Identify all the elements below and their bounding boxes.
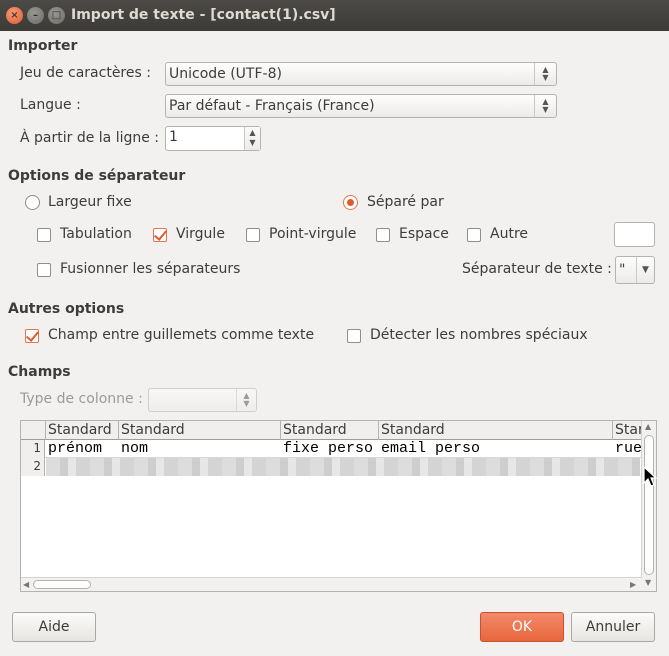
other-options-heading: Autres options	[8, 301, 125, 317]
blurred-row-content	[46, 458, 640, 476]
vertical-scrollbar[interactable]: ▲ ▼	[641, 421, 656, 591]
language-combo[interactable]: Par défaut - Français (France) ▲ ▼	[165, 94, 557, 118]
table-row: 2	[21, 458, 656, 476]
quoted-as-text-checkbox[interactable]	[25, 329, 39, 343]
minimize-window-button[interactable]: –	[27, 7, 44, 24]
fixed-width-label: Largeur fixe	[48, 194, 132, 210]
minimize-icon: –	[33, 10, 38, 21]
separated-by-label: Séparé par	[367, 194, 444, 210]
table-cell: rue	[615, 440, 642, 457]
preview-grid[interactable]: Standard Standard Standard Standard Stan…	[20, 420, 657, 592]
separator-heading: Options de séparateur	[8, 168, 186, 184]
charset-label: Jeu de caractères :	[20, 65, 151, 81]
horizontal-scrollbar[interactable]: ◀ ▶	[21, 577, 642, 591]
row-number: 1	[21, 440, 45, 458]
language-label: Langue :	[20, 97, 81, 113]
charset-value: Unicode (UTF-8)	[169, 66, 282, 82]
fields-heading: Champs	[8, 364, 71, 380]
charset-combo[interactable]: Unicode (UTF-8) ▲ ▼	[165, 62, 557, 86]
other-separator-input[interactable]	[614, 222, 655, 247]
scroll-down-icon[interactable]: ▼	[645, 578, 651, 587]
detect-special-numbers-checkbox[interactable]	[347, 329, 361, 343]
help-button[interactable]: Aide	[12, 612, 96, 642]
table-cell: email perso	[381, 440, 481, 457]
maximize-window-button[interactable]: □	[48, 7, 65, 24]
scroll-left-icon[interactable]: ◀	[23, 580, 29, 589]
text-delimiter-label: Séparateur de texte :	[462, 261, 612, 277]
maximize-icon: □	[51, 10, 62, 21]
horizontal-scroll-thumb[interactable]	[33, 580, 91, 589]
column-header[interactable]: Stan	[613, 421, 642, 440]
tab-label: Tabulation	[60, 226, 132, 242]
space-checkbox[interactable]	[376, 228, 390, 242]
scroll-up-icon[interactable]: ▲	[645, 422, 651, 431]
language-value: Par défaut - Français (France)	[169, 98, 375, 114]
column-header[interactable]: Standard	[119, 421, 281, 440]
semicolon-label: Point-virgule	[269, 226, 357, 242]
updown-arrows-icon: ▲ ▼	[534, 95, 556, 117]
updown-arrows-icon: ▲ ▼	[534, 63, 556, 85]
from-line-spinner[interactable]: 1 ▲ ▼	[165, 126, 261, 151]
ok-button[interactable]: OK	[480, 612, 564, 642]
table-cell: fixe perso	[283, 440, 374, 457]
column-header[interactable]: Standard	[46, 421, 119, 440]
text-delimiter-combo[interactable]: " ▼	[615, 256, 655, 284]
comma-label: Virgule	[176, 226, 225, 242]
cancel-button[interactable]: Annuler	[571, 612, 655, 642]
separated-by-radio[interactable]	[343, 195, 358, 210]
close-icon: ×	[10, 10, 19, 21]
close-window-button[interactable]: ×	[6, 7, 23, 24]
table-cell: prénom	[48, 440, 103, 457]
table-row: 1 prénom nom fixe perso email perso rue	[21, 440, 656, 458]
column-type-label: Type de colonne :	[20, 391, 143, 407]
from-line-value: 1	[169, 129, 178, 145]
merge-separators-label: Fusionner les séparateurs	[60, 261, 241, 277]
merge-separators-checkbox[interactable]	[37, 263, 51, 277]
detect-special-numbers-label: Détecter les nombres spéciaux	[370, 327, 588, 343]
other-checkbox[interactable]	[467, 228, 481, 242]
window-title: Import de texte - [contact(1).csv]	[71, 7, 336, 23]
semicolon-checkbox[interactable]	[246, 228, 260, 242]
table-cell: nom	[121, 440, 149, 457]
spin-arrows-icon[interactable]: ▲ ▼	[244, 127, 260, 150]
quoted-as-text-label: Champ entre guillemets comme texte	[48, 327, 315, 343]
row-number: 2	[21, 458, 45, 476]
comma-checkbox[interactable]	[153, 228, 167, 242]
other-label: Autre	[490, 226, 529, 242]
fixed-width-radio[interactable]	[25, 195, 40, 210]
updown-arrows-icon: ▲ ▼	[236, 389, 256, 411]
from-line-label: À partir de la ligne :	[20, 130, 160, 146]
mouse-pointer-icon	[643, 466, 658, 487]
vertical-scroll-thumb[interactable]	[644, 435, 654, 575]
column-type-combo[interactable]: ▲ ▼	[148, 388, 257, 412]
scroll-right-icon[interactable]: ▶	[630, 580, 636, 589]
text-delimiter-value: "	[619, 262, 626, 278]
column-header[interactable]: Standard	[379, 421, 613, 440]
importer-heading: Importer	[8, 38, 78, 54]
space-label: Espace	[399, 226, 449, 242]
grid-header: Standard Standard Standard Standard Stan	[21, 421, 656, 440]
title-bar: × – □ Import de texte - [contact(1).csv]	[0, 0, 669, 31]
column-header[interactable]: Standard	[281, 421, 379, 440]
tab-checkbox[interactable]	[37, 228, 51, 242]
corner-cell	[21, 421, 46, 440]
chevron-down-icon: ▼	[636, 257, 654, 283]
